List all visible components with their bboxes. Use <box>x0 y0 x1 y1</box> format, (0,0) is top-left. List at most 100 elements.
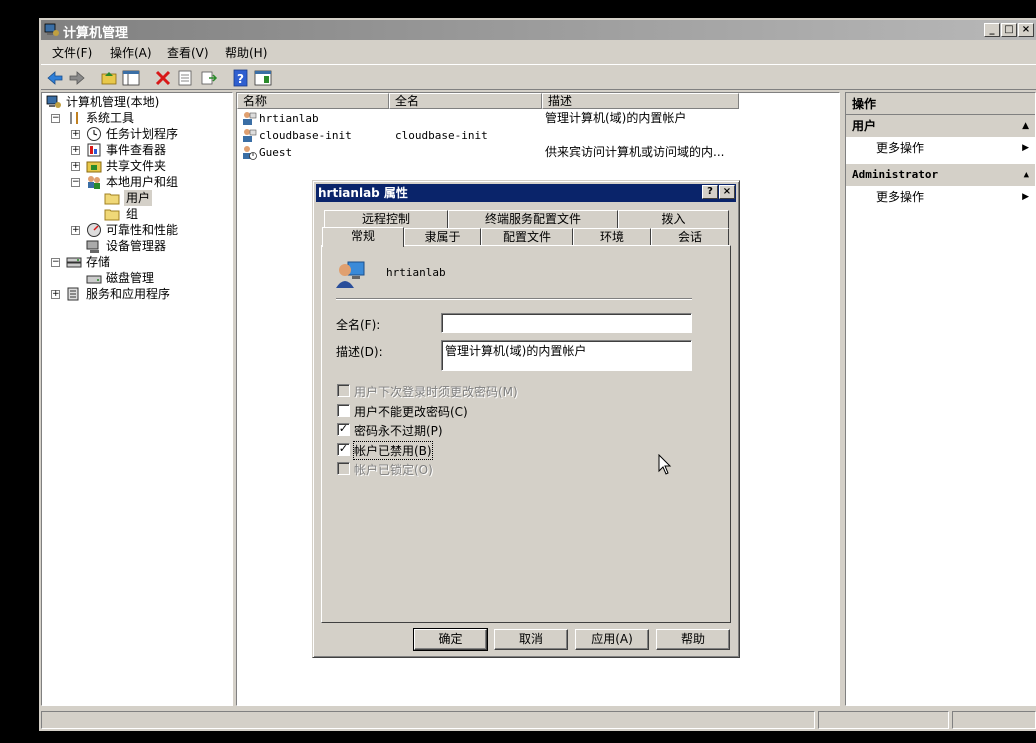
status-cell-main <box>41 711 815 729</box>
status-cell-2 <box>818 711 949 729</box>
tree-services-apps-label: 服务和应用程序 <box>86 287 171 301</box>
tree-groups-label: 组 <box>126 207 139 221</box>
user-avatar-icon <box>334 258 366 290</box>
password-never-expires-checkbox[interactable]: ✓ <box>337 423 350 436</box>
submenu-arrow-icon: ▶ <box>1022 192 1029 202</box>
user-properties-dialog: hrtianlab 属性 ? × 远程控制 终端服务配置文件 拨入 常规 隶属于… <box>312 180 740 658</box>
close-button[interactable]: × <box>1018 23 1034 37</box>
dialog-help-button[interactable]: ? <box>702 185 718 199</box>
more-actions-users[interactable]: 更多操作 ▶ <box>846 137 1035 159</box>
tree-task-scheduler-label: 任务计划程序 <box>106 127 179 141</box>
tab-dial-in[interactable]: 拨入 <box>618 210 729 228</box>
tree-local-users-label: 本地用户和组 <box>106 175 179 189</box>
more-actions-users-label: 更多操作 <box>876 141 925 155</box>
show-hide-tree-icon[interactable] <box>121 68 141 88</box>
collapse-icon[interactable]: ▲ <box>1024 164 1029 186</box>
menu-file[interactable]: 文件(F) <box>52 44 92 61</box>
reliability-expander[interactable]: + <box>71 226 80 235</box>
properties-icon[interactable] <box>175 68 195 88</box>
list-item[interactable]: cloudbase-init cloudbase-init <box>237 127 839 144</box>
disk-icon <box>86 270 102 286</box>
tab-member-of[interactable]: 隶属于 <box>404 228 481 246</box>
show-hide-action-pane-icon[interactable] <box>253 68 273 88</box>
action-pane: 操作 用户 ▲ 更多操作 ▶ Administrator ▲ 更多操作 ▶ <box>845 92 1036 706</box>
disabled-user-icon <box>241 144 257 160</box>
account-locked-checkbox[interactable] <box>337 462 350 475</box>
forward-icon[interactable] <box>67 68 87 88</box>
performance-icon <box>86 222 102 238</box>
computer-management-icon <box>44 22 59 37</box>
event-viewer-expander[interactable]: + <box>71 146 80 155</box>
maximize-button[interactable]: □ <box>1001 23 1017 37</box>
row-description: 管理计算机(域)的内置帐户 <box>545 111 687 125</box>
dialog-title-bar[interactable]: hrtianlab 属性 ? × <box>316 184 736 202</box>
account-locked-label: 帐户已锁定(O) <box>354 463 433 477</box>
account-disabled-checkbox[interactable]: ✓ <box>337 443 350 456</box>
cannot-change-password-checkbox[interactable] <box>337 404 350 417</box>
cannot-change-password-label: 用户不能更改密码(C) <box>354 405 468 419</box>
computer-management-icon <box>46 94 62 110</box>
title-bar[interactable]: 计算机管理 _ □ × <box>41 20 1036 41</box>
help-icon[interactable]: ? <box>231 68 251 88</box>
tab-profile[interactable]: 配置文件 <box>481 228 573 246</box>
tab-environment[interactable]: 环境 <box>573 228 651 246</box>
row-name: hrtianlab <box>259 112 319 125</box>
must-change-password-checkbox[interactable] <box>337 384 350 397</box>
dialog-close-button[interactable]: × <box>719 185 735 199</box>
help-button[interactable]: 帮助 <box>656 629 730 650</box>
description-field[interactable]: 管理计算机(域)的内置帐户 <box>441 340 692 371</box>
ok-button[interactable]: 确定 <box>413 628 488 651</box>
account-disabled-label: 帐户已禁用(B) <box>353 441 433 460</box>
tab-sessions[interactable]: 会话 <box>651 228 729 246</box>
list-item[interactable]: hrtianlab 管理计算机(域)的内置帐户 <box>237 110 839 127</box>
back-icon[interactable] <box>45 68 65 88</box>
task-scheduler-expander[interactable]: + <box>71 130 80 139</box>
tree-users-label: 用户 <box>124 190 153 206</box>
fullname-field[interactable] <box>441 313 692 333</box>
more-actions-administrator[interactable]: 更多操作 ▶ <box>846 186 1035 208</box>
tree-shared-folders-label: 共享文件夹 <box>106 159 167 173</box>
row-name: Guest <box>259 146 293 159</box>
tab-remote-control[interactable]: 远程控制 <box>324 210 448 228</box>
shared-folder-icon <box>86 158 102 174</box>
shared-folders-expander[interactable]: + <box>71 162 80 171</box>
storage-expander[interactable]: − <box>51 258 60 267</box>
actions-section-users-label: 用户 <box>852 119 877 133</box>
toolbar: ? <box>41 64 1036 90</box>
tab-general[interactable]: 常规 <box>322 227 404 247</box>
actions-section-administrator[interactable]: Administrator ▲ <box>846 164 1035 186</box>
username-label: hrtianlab <box>386 266 446 279</box>
must-change-password-label: 用户下次登录时须更改密码(M) <box>354 385 518 399</box>
users-group-icon <box>86 174 102 190</box>
tree-root-label: 计算机管理(本地) <box>66 95 160 109</box>
fullname-label: 全名(F): <box>336 318 381 332</box>
console-tree: 计算机管理(本地) − 系统工具 + 任务计划程序 + 事件查看器 + 共享文件… <box>41 92 233 706</box>
user-icon <box>241 110 257 126</box>
list-item[interactable]: Guest 供来宾访问计算机或访问域的内... <box>237 144 839 161</box>
row-fullname: cloudbase-init <box>395 129 488 142</box>
menu-help[interactable]: 帮助(H) <box>225 44 267 61</box>
tree-system-tools-label: 系统工具 <box>86 111 135 125</box>
up-folder-icon[interactable] <box>99 68 119 88</box>
column-fullname[interactable]: 全名 <box>389 93 542 109</box>
actions-section-users[interactable]: 用户 ▲ <box>846 115 1035 137</box>
menu-view[interactable]: 查看(V) <box>167 44 209 61</box>
apply-button[interactable]: 应用(A) <box>575 629 649 650</box>
collapse-icon[interactable]: ▲ <box>1022 115 1029 137</box>
minimize-button[interactable]: _ <box>984 23 1000 37</box>
cancel-button[interactable]: 取消 <box>494 629 568 650</box>
export-list-icon[interactable] <box>199 68 219 88</box>
window-title: 计算机管理 <box>63 26 129 41</box>
menu-action[interactable]: 操作(A) <box>110 44 152 61</box>
mouse-cursor-icon <box>658 453 672 476</box>
delete-icon[interactable] <box>153 68 173 88</box>
device-manager-icon <box>86 238 102 254</box>
submenu-arrow-icon: ▶ <box>1022 143 1029 153</box>
local-users-expander[interactable]: − <box>71 178 80 187</box>
services-expander[interactable]: + <box>51 290 60 299</box>
column-description[interactable]: 描述 <box>542 93 739 109</box>
column-name[interactable]: 名称 <box>237 93 389 109</box>
tab-terminal-services-profile[interactable]: 终端服务配置文件 <box>448 210 618 228</box>
services-icon <box>66 286 82 302</box>
system-tools-expander[interactable]: − <box>51 114 60 123</box>
